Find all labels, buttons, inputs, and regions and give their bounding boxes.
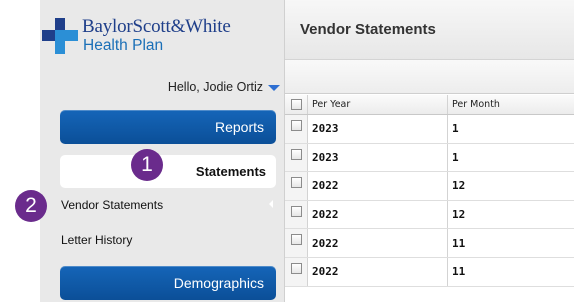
- row-checkbox-cell: [285, 143, 308, 172]
- row-checkbox-cell: [285, 229, 308, 257]
- row-checkbox[interactable]: [290, 177, 302, 189]
- statements-button[interactable]: Statements: [60, 155, 276, 188]
- panel-header: Vendor Statements: [285, 0, 574, 60]
- cell-month: 12: [452, 208, 466, 222]
- row-checkbox[interactable]: [290, 262, 302, 274]
- cell-year: 2022: [308, 172, 448, 200]
- row-checkbox[interactable]: [290, 120, 302, 131]
- table-row[interactable]: 2023 1: [285, 115, 574, 144]
- active-indicator-icon: [269, 200, 273, 208]
- row-checkbox-cell: [285, 200, 308, 229]
- chevron-down-icon: [268, 84, 280, 91]
- cell-year: 2022: [308, 200, 448, 229]
- table-row[interactable]: 2022 11: [285, 229, 574, 258]
- callout-badge-1: 1: [131, 149, 163, 181]
- demographics-button[interactable]: Demographics: [60, 266, 276, 300]
- page-title: Vendor Statements: [300, 21, 436, 38]
- sidebar-item-vendor-statements[interactable]: Vendor Statements: [61, 198, 163, 212]
- cell-month: 1: [452, 150, 459, 164]
- main-panel: Vendor Statements Per Year Per Month 202…: [284, 0, 574, 302]
- select-all-checkbox[interactable]: [290, 99, 302, 110]
- row-checkbox[interactable]: [290, 205, 302, 217]
- row-checkbox-cell: [285, 172, 308, 200]
- statements-label: Statements: [195, 164, 266, 179]
- reports-label: Reports: [214, 119, 264, 135]
- row-checkbox-cell: [285, 115, 308, 143]
- cross-logo-icon: [42, 18, 78, 54]
- row-checkbox-cell: [285, 257, 308, 286]
- greeting-text: Hello, Jodie Ortiz: [167, 80, 263, 94]
- brand-logo[interactable]: BaylorScott&White Health Plan: [40, 14, 250, 54]
- table-row[interactable]: 2023 1: [285, 143, 574, 173]
- cell-year: 2022: [308, 257, 448, 286]
- cell-month: 1: [452, 122, 459, 136]
- sidebar-item-letter-history[interactable]: Letter History: [61, 233, 132, 247]
- callout-badge-2: 2: [15, 190, 47, 222]
- demographics-label: Demographics: [173, 275, 264, 291]
- cell-year: 2022: [308, 229, 448, 257]
- table-row[interactable]: 2022 12: [285, 200, 574, 230]
- table-header: Per Year Per Month: [285, 95, 574, 115]
- brand-name: BaylorScott&White: [82, 16, 231, 37]
- row-checkbox[interactable]: [290, 148, 302, 160]
- row-checkbox[interactable]: [290, 234, 302, 246]
- cell-month: 11: [452, 236, 466, 250]
- table-row[interactable]: 2022 11: [285, 257, 574, 287]
- table-row[interactable]: 2022 12: [285, 172, 574, 201]
- cell-year: 2023: [308, 115, 448, 143]
- user-menu[interactable]: Hello, Jodie Ortiz: [168, 80, 280, 94]
- column-header-year[interactable]: Per Year: [308, 95, 448, 114]
- column-header-month[interactable]: Per Month: [448, 95, 574, 114]
- toolbar: [285, 60, 574, 94]
- cell-month: 12: [452, 179, 466, 193]
- sidebar: BaylorScott&White Health Plan Hello, Jod…: [40, 0, 284, 302]
- statements-table: Per Year Per Month 2023 1 2023 1 2022 12 2022 1…: [285, 95, 574, 287]
- reports-button[interactable]: Reports: [60, 110, 276, 144]
- brand-subtitle: Health Plan: [83, 37, 164, 54]
- cell-month: 11: [452, 265, 466, 279]
- cell-year: 2023: [308, 143, 448, 172]
- header-checkbox-cell: [285, 95, 308, 114]
